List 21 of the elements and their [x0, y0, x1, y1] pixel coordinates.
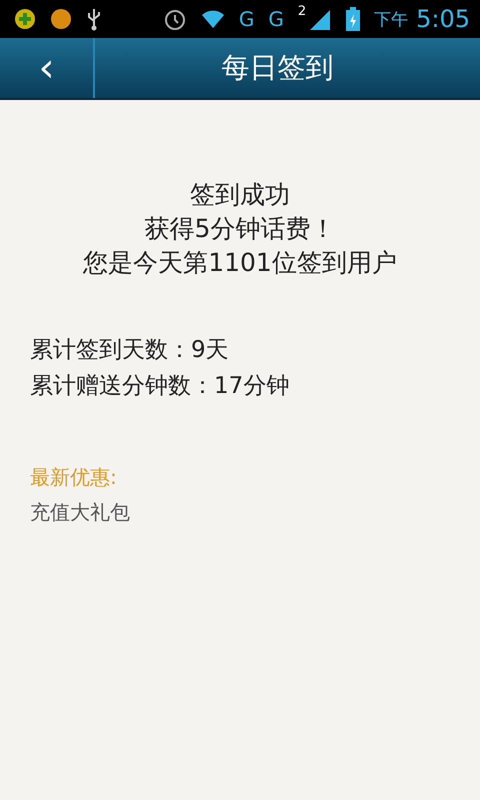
usb-icon: [86, 7, 102, 31]
network-type: G: [238, 7, 254, 31]
battery-icon: [346, 7, 360, 31]
result-text: 获得5分钟话费！: [144, 213, 336, 245]
network-type: G: [268, 7, 284, 31]
page-title: 每日签到: [222, 50, 334, 86]
wifi-icon: [200, 9, 225, 29]
alarm-icon: [162, 7, 187, 31]
circle-icon: [50, 8, 72, 30]
result-text: 您是今天第1101位签到用户: [83, 247, 397, 279]
promo-link[interactable]: 充值大礼包: [30, 499, 130, 526]
back-button[interactable]: ‹: [0, 38, 95, 98]
plus-icon: [14, 8, 36, 30]
clock: 5:05: [416, 5, 470, 33]
sim-number: 2: [298, 4, 306, 19]
result-text: 签到成功: [190, 179, 290, 211]
signal-icon: [308, 8, 332, 30]
time-period: 下午: [374, 8, 408, 30]
stat-text: 累计赠送分钟数：17分钟: [30, 372, 290, 401]
promo-heading: 最新优惠:: [30, 464, 117, 491]
stat-text: 累计签到天数：9天: [30, 336, 229, 365]
